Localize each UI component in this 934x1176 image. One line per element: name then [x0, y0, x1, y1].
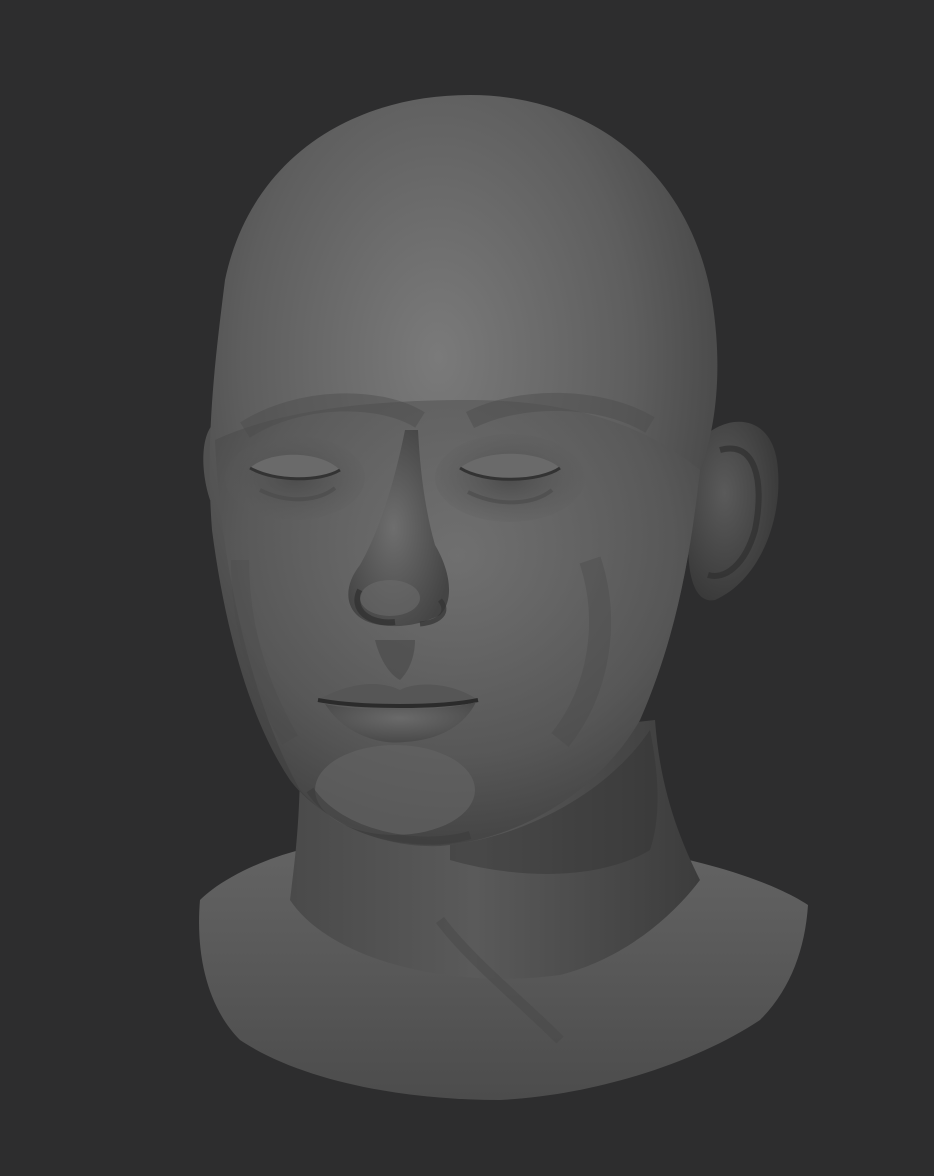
viewport [0, 0, 934, 1176]
sculpted-head-render [199, 95, 808, 1100]
